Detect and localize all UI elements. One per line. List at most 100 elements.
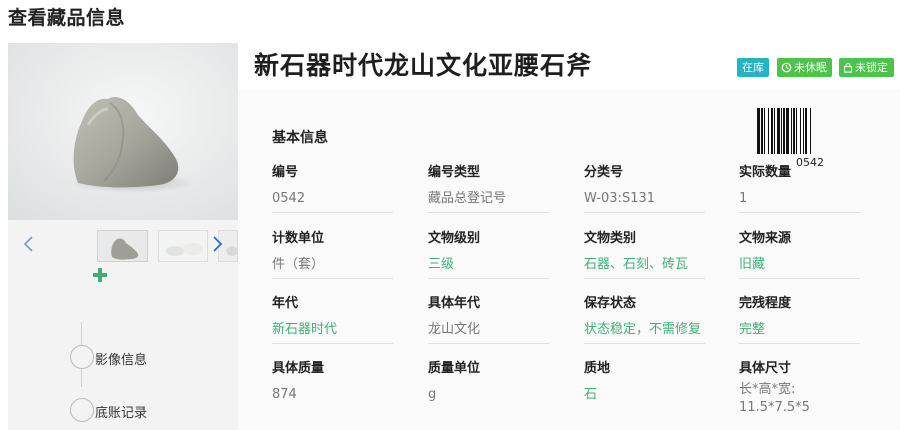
barcode-bar	[796, 108, 797, 154]
field-item: 具体质量 874	[272, 360, 393, 403]
field-item: 实际数量 1	[739, 164, 860, 213]
field-divider	[428, 212, 549, 213]
barcode-bar	[786, 108, 789, 154]
artifact-main-photo[interactable]	[8, 43, 238, 220]
field-divider	[584, 278, 705, 279]
barcode-bar	[783, 108, 785, 154]
artifact-title: 新石器时代龙山文化亚腰石斧	[254, 51, 593, 80]
field-divider	[272, 212, 393, 213]
timeline-item-label: 影像信息	[95, 353, 148, 368]
status-badge-not-locked: 未锁定	[839, 58, 894, 77]
field-divider	[739, 278, 860, 279]
field-label: 文物级别	[428, 231, 481, 246]
field-divider	[272, 343, 393, 344]
field-label: 分类号	[584, 165, 624, 180]
field-divider	[584, 343, 705, 344]
field-divider	[272, 278, 393, 279]
field-value: 0542	[272, 191, 306, 206]
field-label: 文物类别	[584, 231, 637, 246]
field-divider	[739, 212, 860, 213]
chevron-left-icon[interactable]	[22, 235, 36, 253]
field-value-link[interactable]: 新石器时代	[272, 321, 393, 338]
field-label: 保存状态	[584, 296, 637, 311]
field-item: 质量单位 g	[428, 360, 549, 403]
field-label: 编号类型	[428, 165, 481, 180]
field-value: W-03:S131	[584, 191, 656, 206]
field-value: 龙山文化	[428, 322, 481, 337]
barcode-bar	[757, 108, 760, 154]
field-item: 具体尺寸长*高*宽: 11.5*7.5*5	[739, 360, 860, 417]
field-divider	[584, 212, 705, 213]
badge-label: 在库	[742, 61, 764, 74]
field-item: 文物类别石器、石刻、砖瓦	[584, 230, 705, 279]
thumbnail-1[interactable]	[97, 230, 148, 262]
field-item: 计数单位件（套）	[272, 230, 393, 279]
field-label: 完残程度	[739, 296, 792, 311]
field-value-link[interactable]: 三级	[428, 256, 549, 273]
field-value-link[interactable]: 石	[584, 386, 705, 403]
barcode-bar	[761, 108, 763, 154]
thumbnail-strip	[8, 227, 238, 263]
field-item: 编号类型藏品总登记号	[428, 164, 549, 213]
timeline-item-label: 底账记录	[95, 406, 148, 421]
field-item: 编号 0542	[272, 164, 393, 213]
barcode-bar	[803, 108, 804, 154]
chevron-right-icon[interactable]	[211, 235, 223, 253]
barcode-bar	[810, 108, 811, 154]
badge-label: 未锁定	[855, 61, 888, 74]
barcode-bar	[781, 108, 782, 154]
barcode-bar	[768, 108, 769, 154]
field-label: 实际数量	[739, 165, 792, 180]
barcode-bar	[777, 108, 780, 154]
barcode-bar	[771, 108, 773, 154]
plus-icon[interactable]	[93, 268, 107, 282]
field-divider	[428, 278, 549, 279]
field-value: g	[428, 387, 437, 402]
badge-label: 未休眠	[794, 61, 827, 74]
field-label: 文物来源	[739, 231, 792, 246]
field-item: 保存状态状态稳定，不需修复	[584, 295, 705, 344]
field-item: 文物级别 三级	[428, 230, 549, 279]
field-label: 编号	[272, 165, 299, 180]
field-value-link[interactable]: 旧藏	[739, 256, 860, 273]
field-value-link[interactable]: 石器、石刻、砖瓦	[584, 256, 705, 273]
field-item: 具体年代 龙山文化	[428, 295, 549, 344]
barcode-bar	[800, 108, 801, 154]
timeline-node-icon	[70, 398, 94, 422]
field-value: 件（套）	[272, 257, 325, 272]
field-value-link[interactable]: 状态稳定，不需修复	[584, 321, 705, 338]
barcode-bar	[805, 108, 807, 154]
page-title: 查看藏品信息	[8, 7, 126, 29]
field-divider	[739, 343, 860, 344]
barcode-bar	[793, 108, 795, 154]
field-value-link[interactable]: 完整	[739, 321, 860, 338]
field-label: 年代	[272, 296, 299, 311]
barcode-bar	[791, 108, 792, 154]
field-item: 分类号 W-03:S131	[584, 164, 705, 213]
status-badge-in-storage: 在库	[737, 58, 769, 77]
barcode-bar	[774, 108, 775, 154]
thumbnail-2[interactable]	[158, 230, 208, 262]
field-divider	[428, 343, 549, 344]
media-panel	[8, 43, 238, 430]
field-value: 长*高*宽: 11.5*7.5*5	[739, 382, 810, 415]
field-item: 完残程度 完整	[739, 295, 860, 344]
field-value: 藏品总登记号	[428, 191, 507, 206]
field-label: 质量单位	[428, 361, 481, 376]
clock-icon	[781, 62, 792, 73]
field-label: 具体尺寸	[739, 361, 792, 376]
barcode-bar	[764, 108, 765, 154]
field-item: 年代 新石器时代	[272, 295, 393, 344]
field-item: 文物来源 旧藏	[739, 230, 860, 279]
lock-icon	[843, 62, 853, 73]
section-title: 基本信息	[272, 130, 328, 146]
timeline-node-icon	[70, 345, 94, 369]
barcode	[757, 108, 811, 154]
field-label: 质地	[584, 361, 611, 376]
field-label: 具体质量	[272, 361, 325, 376]
field-item: 质地石	[584, 360, 705, 403]
field-value: 874	[272, 387, 297, 402]
field-label: 具体年代	[428, 296, 481, 311]
status-badge-not-dormant: 未休眠	[777, 58, 832, 77]
field-label: 计数单位	[272, 231, 325, 246]
